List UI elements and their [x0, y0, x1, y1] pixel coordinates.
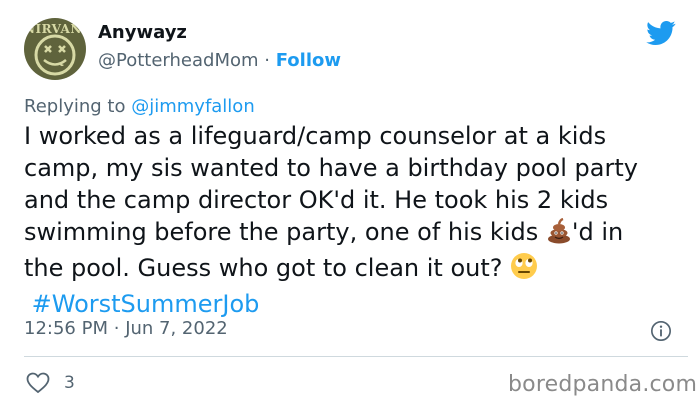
- tweet-line: swimming before the party, one of his ki…: [24, 216, 684, 252]
- tweet-line: camp, my sis wanted to have a birthday p…: [24, 154, 638, 182]
- tweet-body: I worked as a lifeguard/camp counselor a…: [24, 120, 684, 320]
- avatar[interactable]: NIRVANA: [24, 18, 86, 80]
- eye-roll-emoji-icon: [510, 252, 538, 288]
- tweet-text: 'd in: [571, 218, 624, 246]
- separator: ·: [113, 318, 120, 339]
- heart-icon: [26, 372, 50, 394]
- tweet-text: the pool. Guess who got to clean it out?: [24, 254, 511, 282]
- reply-mention[interactable]: @jimmyfallon: [131, 96, 255, 117]
- like-count: 3: [64, 373, 75, 393]
- smiley-face-icon: [34, 34, 76, 76]
- tweet-date: Jun 7, 2022: [125, 318, 228, 339]
- hashtag-link[interactable]: #WorstSummerJob: [32, 290, 260, 318]
- tweet-line: the pool. Guess who got to clean it out?: [24, 252, 684, 288]
- tweet-time: 12:56 PM: [24, 318, 108, 339]
- user-handle[interactable]: @PotterheadMom: [98, 50, 259, 71]
- tweet-line: I worked as a lifeguard/camp counselor a…: [24, 122, 607, 150]
- separator: ·: [264, 50, 270, 71]
- tweet-line: #WorstSummerJob: [24, 288, 684, 320]
- poop-emoji-icon: [546, 217, 572, 252]
- handle-row: @PotterheadMom · Follow: [98, 50, 341, 71]
- twitter-bird-icon[interactable]: [644, 18, 678, 48]
- tweet-line: and the camp director OK'd it. He took h…: [24, 186, 609, 214]
- reply-prefix: Replying to: [24, 96, 126, 117]
- replying-to: Replying to @jimmyfallon: [24, 96, 255, 117]
- divider: [24, 356, 688, 357]
- like-button[interactable]: 3: [26, 372, 75, 394]
- tweet-text: swimming before the party, one of his ki…: [24, 218, 546, 246]
- display-name[interactable]: Anywayz: [98, 22, 187, 43]
- info-icon[interactable]: [650, 320, 672, 342]
- watermark: boredpanda.com: [508, 372, 698, 397]
- follow-button[interactable]: Follow: [276, 50, 341, 71]
- timestamp[interactable]: 12:56 PM · Jun 7, 2022: [24, 318, 228, 339]
